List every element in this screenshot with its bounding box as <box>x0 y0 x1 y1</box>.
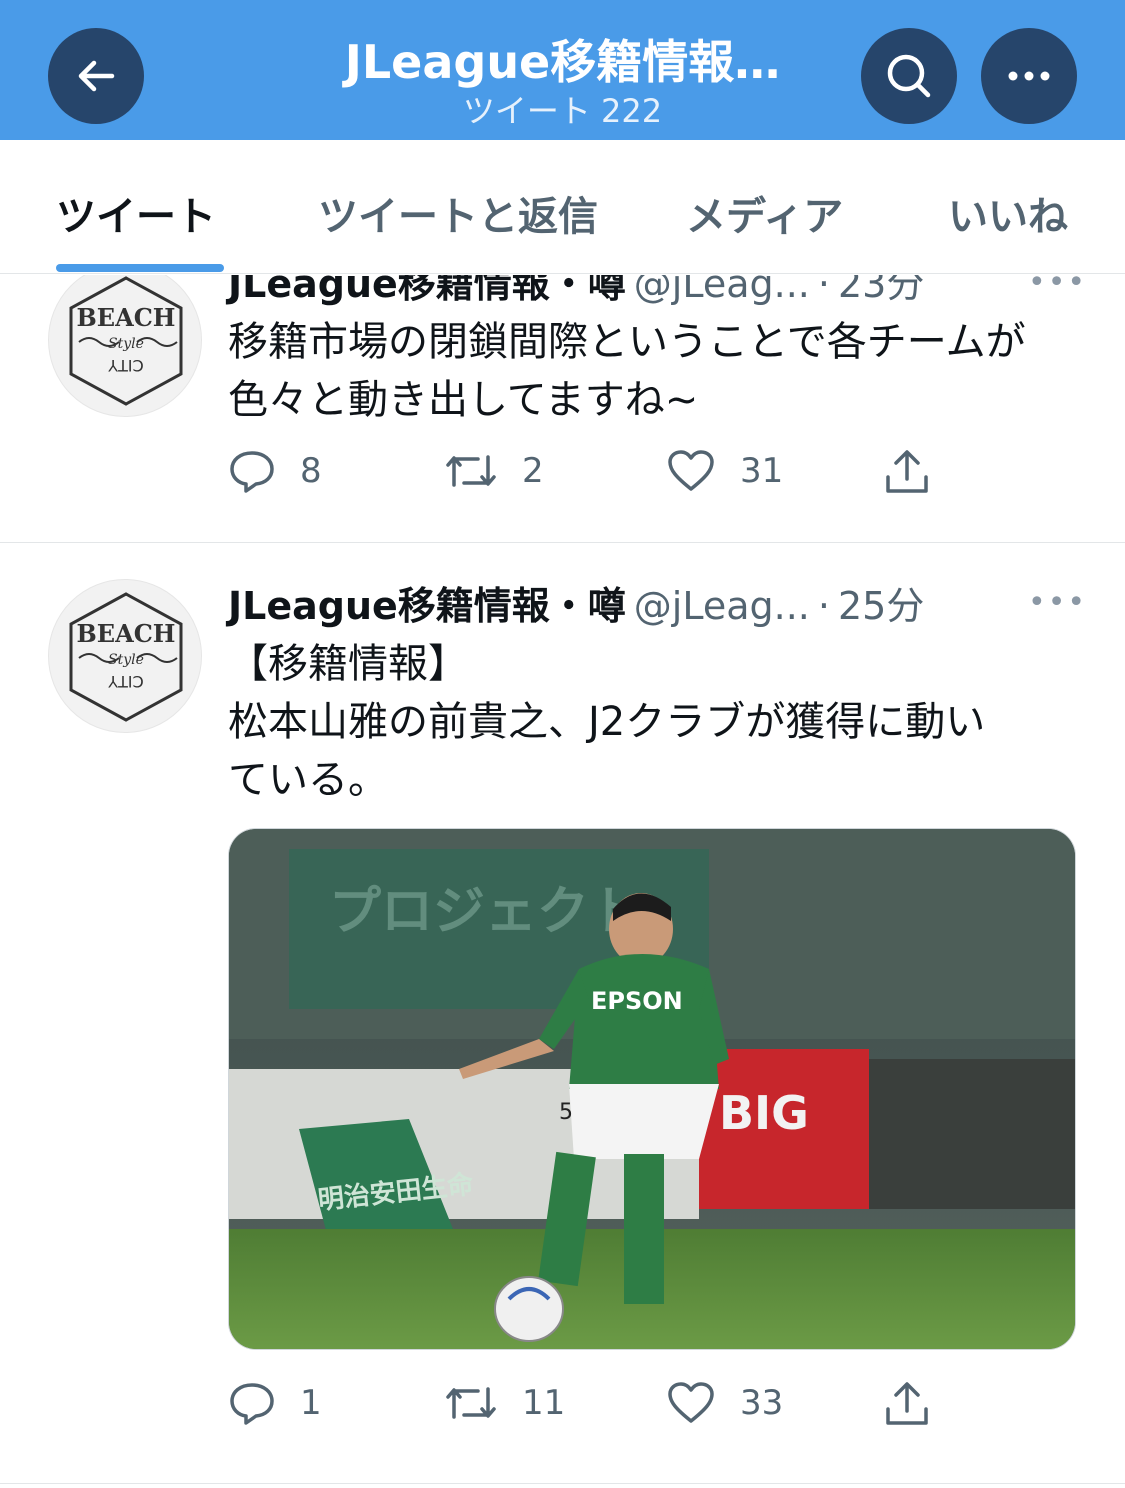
tweet-meta: JLeague移籍情報・噂 @jLeag... · 25分 <box>228 575 924 630</box>
reply-icon <box>230 1383 274 1425</box>
tweet-text: 【移籍情報】 松本山雅の前貴之、J2クラブが獲得に動い ている。 <box>228 641 986 803</box>
like-button[interactable]: 33 <box>666 1379 783 1427</box>
tweet-meta: JLeague移籍情報・噂 @jLeag... · 23分 <box>228 275 924 308</box>
timestamp[interactable]: 23分 <box>838 275 924 308</box>
tweet-actions: 1 11 33 <box>228 1379 948 1439</box>
retweet-icon <box>446 455 496 487</box>
display-name[interactable]: JLeague移籍情報・噂 <box>228 575 626 630</box>
handle: @jLeag... <box>633 584 810 628</box>
svg-text:EPSON: EPSON <box>591 987 683 1015</box>
svg-text:Style: Style <box>108 336 144 352</box>
reply-button[interactable]: 8 <box>228 447 322 495</box>
svg-text:BEACH: BEACH <box>77 619 176 648</box>
tweet-more-button[interactable]: ••• <box>1028 275 1087 300</box>
avatar[interactable]: BEACH Style CITY <box>48 579 202 733</box>
share-button[interactable] <box>882 1379 956 1429</box>
tweet-text: 移籍市場の閉鎖間際ということで各チームが 色々と動き出してますね~ <box>228 319 1026 423</box>
retweet-button[interactable]: 11 <box>444 1379 565 1427</box>
reply-count: 8 <box>300 451 322 491</box>
avatar[interactable]: BEACH Style CITY <box>48 275 202 417</box>
search-button[interactable] <box>861 28 957 124</box>
svg-text:5: 5 <box>559 1100 573 1125</box>
tweet-media-image[interactable]: プロジェクト BIG 明治安田生命 EPSON 5 <box>228 828 1076 1350</box>
like-count: 31 <box>740 451 784 491</box>
tab-media[interactable]: メディア <box>686 184 843 242</box>
tweet-more-button[interactable]: ••• <box>1028 585 1087 620</box>
svg-text:プロジェクト: プロジェクト <box>329 882 641 942</box>
retweet-count: 11 <box>522 1383 566 1423</box>
profile-header: JLeague移籍情報… ツイート 222 <box>0 0 1125 140</box>
tweet[interactable]: BEACH Style CITY JLeague移籍情報・噂 @jLeag...… <box>0 543 1125 1488</box>
more-button[interactable] <box>981 28 1077 124</box>
heart-icon <box>668 450 714 491</box>
tab-tweets-and-replies[interactable]: ツイートと返信 <box>318 184 598 242</box>
reply-button[interactable]: 1 <box>228 1379 322 1427</box>
handle: @jLeag... <box>633 275 810 306</box>
like-button[interactable]: 31 <box>666 447 783 495</box>
share-icon <box>886 450 928 493</box>
tweet[interactable]: BEACH Style CITY JLeague移籍情報・噂 @jLeag...… <box>0 275 1125 542</box>
arrow-left-icon <box>78 60 115 92</box>
retweet-button[interactable]: 2 <box>444 447 544 495</box>
tweet-feed[interactable]: BEACH Style CITY JLeague移籍情報・噂 @jLeag...… <box>0 275 1125 1488</box>
search-icon <box>887 54 931 98</box>
heart-icon <box>668 1382 714 1423</box>
svg-text:CITY: CITY <box>108 672 144 691</box>
share-icon <box>886 1382 928 1425</box>
tab-tweets[interactable]: ツイート <box>56 184 216 242</box>
like-count: 33 <box>740 1383 784 1423</box>
active-tab-indicator <box>56 264 224 272</box>
retweet-count: 2 <box>522 451 544 491</box>
svg-text:BIG: BIG <box>719 1086 809 1140</box>
display-name[interactable]: JLeague移籍情報・噂 <box>228 275 626 308</box>
retweet-icon <box>446 1387 496 1419</box>
back-button[interactable] <box>48 28 144 124</box>
svg-text:Style: Style <box>108 652 144 668</box>
reply-icon <box>230 451 274 493</box>
reply-count: 1 <box>300 1383 322 1423</box>
tab-likes[interactable]: いいね <box>948 184 1068 242</box>
separator: · <box>817 584 830 628</box>
svg-text:CITY: CITY <box>108 356 144 375</box>
svg-text:BEACH: BEACH <box>77 303 176 332</box>
tweet-count: ツイート 222 <box>462 92 663 130</box>
tweet-actions: 8 2 31 <box>228 447 948 507</box>
more-horizontal-icon <box>1008 71 1050 81</box>
profile-tabs: ツイート ツイートと返信 メディア いいね <box>0 140 1125 274</box>
tweet-divider <box>0 1483 1125 1484</box>
separator: · <box>817 275 830 306</box>
timestamp[interactable]: 25分 <box>838 575 924 630</box>
share-button[interactable] <box>882 447 956 497</box>
header-title: JLeague移籍情報… <box>344 35 781 89</box>
